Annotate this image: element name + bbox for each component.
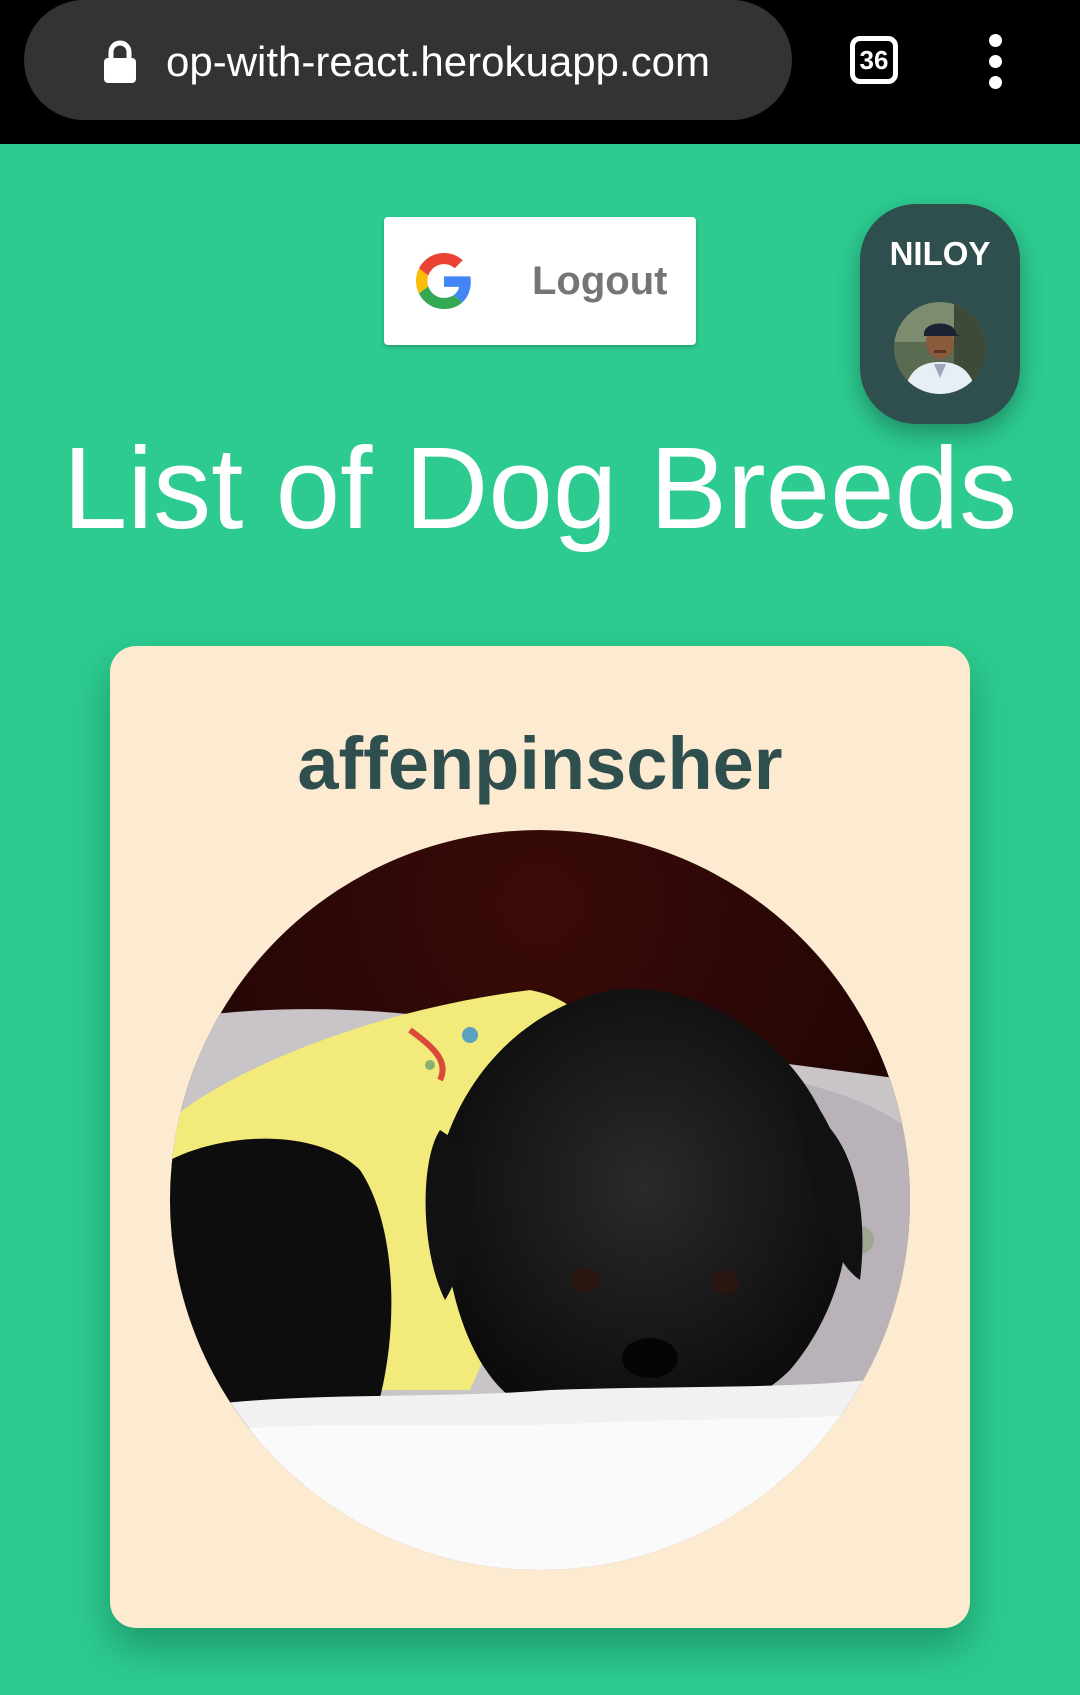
url-text[interactable]: op-with-react.herokuapp.com (166, 32, 786, 92)
logout-label: Logout (532, 259, 668, 303)
breed-photo (170, 830, 910, 1570)
user-badge[interactable]: NILOY (860, 204, 1020, 424)
address-bar[interactable]: op-with-react.herokuapp.com (24, 0, 792, 120)
user-name: NILOY (889, 235, 991, 272)
browser-toolbar: op-with-react.herokuapp.com 36 (0, 0, 1080, 144)
lock-icon (104, 40, 136, 83)
tabs-count-button[interactable]: 36 (850, 36, 898, 84)
logout-button[interactable]: Logout (384, 217, 696, 345)
google-icon (416, 253, 471, 309)
avatar (894, 302, 986, 394)
page-title: List of Dog Breeds (62, 423, 1018, 553)
menu-icon[interactable] (980, 34, 1012, 90)
breed-card[interactable]: affenpinscher (110, 646, 970, 1628)
breed-name: affenpinscher (297, 722, 783, 805)
